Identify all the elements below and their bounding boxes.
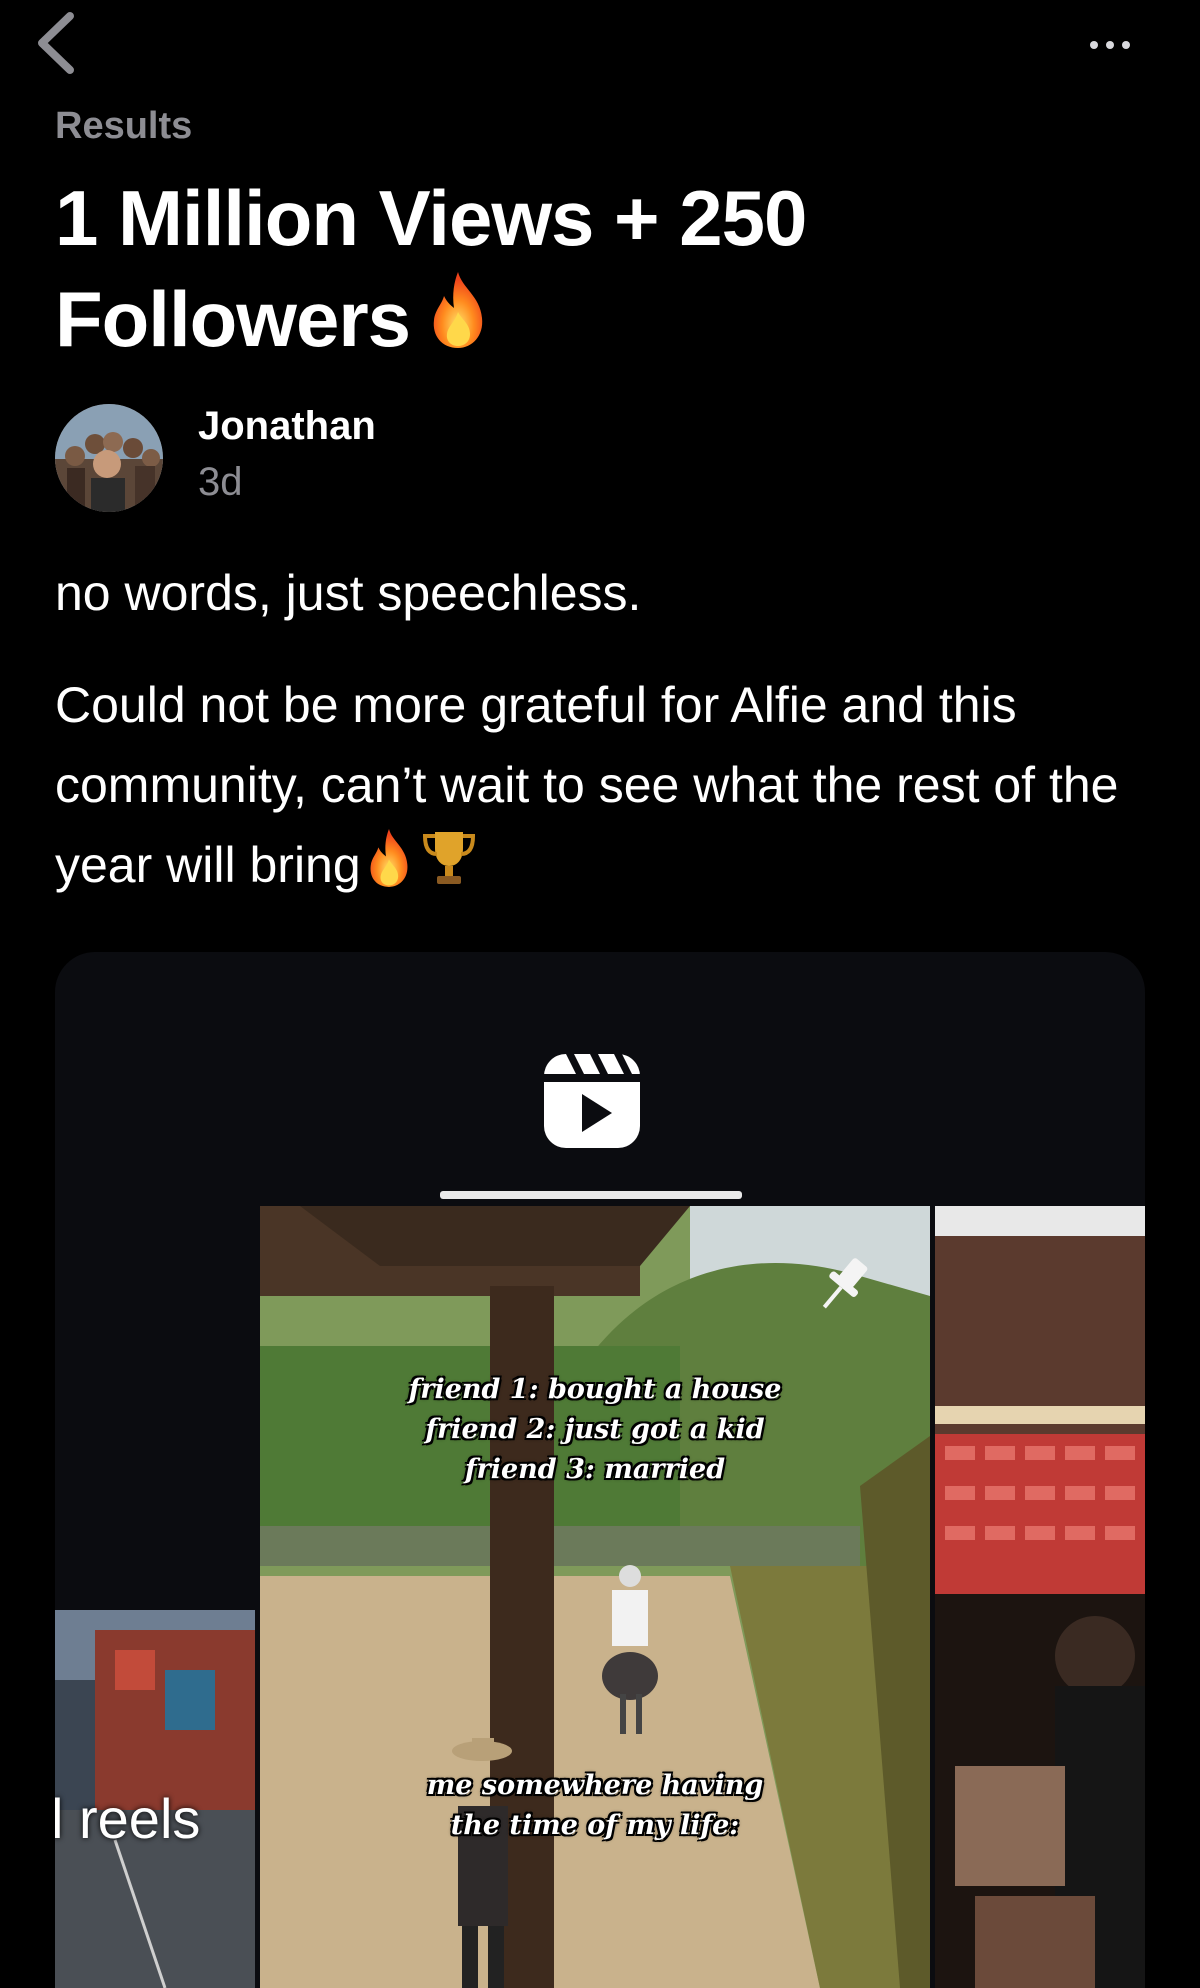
more-options-button[interactable] [1080,30,1140,60]
post-body-paragraph: Could not be more grateful for Alfie and… [55,665,1165,913]
post-body-paragraph: no words, just speechless. [55,565,642,621]
caption-line: friend 3: married [464,1454,726,1485]
reel-progress-bar [440,1191,742,1199]
reel-caption-top: friend 1: bought a house friend 2: just … [260,1370,930,1490]
trophy-icon [417,826,481,913]
post-body-text: Could not be more grateful for Alfie and… [55,677,1119,893]
back-button[interactable] [30,10,82,76]
author-name[interactable]: Jonathan [198,404,376,449]
breadcrumb[interactable]: Results [55,105,192,148]
reel-thumbnail-right[interactable] [935,1206,1145,1988]
author-row: Jonathan 3d [55,404,655,514]
embedded-reel-card[interactable]: l reels friend 1: bought a house friend … [55,952,1145,1988]
pin-icon [822,1258,868,1309]
ellipsis-icon [1090,41,1130,49]
reel-thumbnail-image [935,1206,1145,1988]
caption-line: the time of my life: [450,1810,740,1841]
caption-line: friend 1: bought a house [408,1374,782,1405]
caption-line: friend 2: just got a kid [425,1414,765,1445]
post-timestamp: 3d [198,460,243,504]
reel-caption-bottom: me somewhere having the time of my life: [260,1766,930,1846]
reel-thumbnail-main[interactable]: friend 1: bought a house friend 2: just … [260,1206,930,1988]
post-title: 1 Million Views + 250 Followers [55,168,1135,375]
chevron-left-icon [38,12,74,74]
fire-icon [422,268,494,375]
instagram-reels-icon [544,1054,640,1148]
avatar[interactable] [55,404,163,512]
caption-line: me somewhere having [426,1770,764,1801]
thumbnail-label: l reels [55,1787,201,1850]
avatar-image [55,404,163,512]
reel-thumbnail-left[interactable]: l reels [55,1610,255,1988]
post-page: Results 1 Million Views + 250 Followers [0,0,1200,1988]
fire-icon [361,826,417,913]
reel-thumbnail-image [260,1206,930,1988]
